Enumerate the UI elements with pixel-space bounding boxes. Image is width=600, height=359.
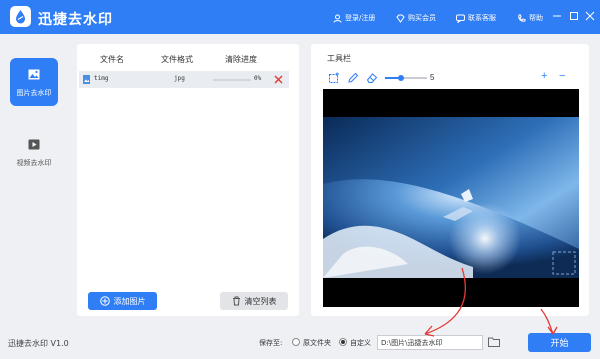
buy-membership-link[interactable]: 购买会员 <box>396 13 436 23</box>
minimize-button[interactable] <box>552 11 562 21</box>
image-file-icon <box>83 75 90 84</box>
rect-select-icon[interactable] <box>328 72 340 84</box>
close-window-button[interactable] <box>585 11 595 21</box>
help-link[interactable]: 帮助 <box>517 13 543 23</box>
column-header-filename: 文件名 <box>100 55 124 64</box>
brush-size-slider[interactable] <box>385 77 427 79</box>
radio-custom-folder[interactable] <box>339 338 347 346</box>
file-name: timg <box>94 75 109 82</box>
title-bar: 迅捷去水印 登录/注册 购买会员 联系客服 帮助 <box>0 0 600 34</box>
save-to-label: 保存至: <box>259 339 283 347</box>
app-title: 迅捷去水印 <box>38 12 113 28</box>
brush-size-knob[interactable] <box>397 75 404 81</box>
column-header-progress: 清除进度 <box>225 55 257 64</box>
earth-from-space-image <box>323 89 579 307</box>
radio-original-folder[interactable] <box>292 338 300 346</box>
start-button[interactable]: 开始 <box>528 333 591 352</box>
plus-circle-icon <box>99 296 110 306</box>
login-register-label: 登录/注册 <box>345 14 376 22</box>
column-header-format: 文件格式 <box>161 55 193 64</box>
water-drop-icon <box>16 10 25 24</box>
app-version: 迅捷去水印 V1.0 <box>8 339 69 348</box>
sidebar-item-video-watermark[interactable]: 视频去水印 <box>10 128 58 176</box>
table-row[interactable]: timg jpg 0% <box>79 71 289 88</box>
delete-icon[interactable] <box>274 75 283 84</box>
sidebar-item-label: 图片去水印 <box>16 89 52 97</box>
add-image-label: 添加图片 <box>113 296 146 306</box>
progress-bar <box>213 79 251 81</box>
contact-support-link[interactable]: 联系客服 <box>456 13 496 23</box>
folder-icon[interactable] <box>488 337 500 347</box>
tools-title: 工具栏 <box>327 54 351 63</box>
app-logo <box>10 6 31 27</box>
zoom-in-button[interactable]: + <box>541 70 547 82</box>
phone-icon <box>518 14 526 22</box>
image-icon <box>28 69 40 80</box>
maximize-icon <box>570 12 578 20</box>
chat-icon <box>456 14 465 23</box>
trash-icon <box>232 296 240 306</box>
radio-original-folder-label: 原文件夹 <box>303 339 331 347</box>
close-icon <box>585 11 595 21</box>
buy-membership-label: 购买会员 <box>408 14 436 22</box>
minimize-icon <box>553 15 561 17</box>
save-path-input[interactable] <box>377 335 483 350</box>
image-preview[interactable] <box>323 89 579 307</box>
tools-panel: 工具栏 5 + − <box>311 44 589 316</box>
brush-size-value: 5 <box>430 73 435 82</box>
eraser-icon[interactable] <box>366 72 378 84</box>
video-icon <box>28 139 40 150</box>
sidebar: 图片去水印 视频去水印 <box>0 34 66 324</box>
progress-percent: 0% <box>254 75 262 82</box>
maximize-button[interactable] <box>569 11 579 21</box>
add-image-button[interactable]: 添加图片 <box>88 292 157 310</box>
file-format: jpg <box>174 75 185 82</box>
clear-list-button[interactable]: 清空列表 <box>220 292 288 310</box>
status-bar: 迅捷去水印 V1.0 保存至: 原文件夹 自定义 开始 <box>0 326 600 359</box>
file-list-panel: 文件名 文件格式 清除进度 timg jpg 0% 添加图片 清空列表 <box>77 44 299 316</box>
sidebar-item-label: 视频去水印 <box>16 159 52 167</box>
radio-custom-folder-label: 自定义 <box>350 339 371 347</box>
zoom-out-button[interactable]: − <box>559 70 565 82</box>
diamond-icon <box>396 14 405 23</box>
help-label: 帮助 <box>529 14 543 22</box>
sidebar-item-image-watermark[interactable]: 图片去水印 <box>10 58 58 106</box>
login-register-link[interactable]: 登录/注册 <box>333 13 375 23</box>
clear-list-label: 清空列表 <box>244 296 277 306</box>
user-icon <box>333 14 342 23</box>
contact-support-label: 联系客服 <box>468 14 496 22</box>
pen-icon[interactable] <box>347 72 359 84</box>
